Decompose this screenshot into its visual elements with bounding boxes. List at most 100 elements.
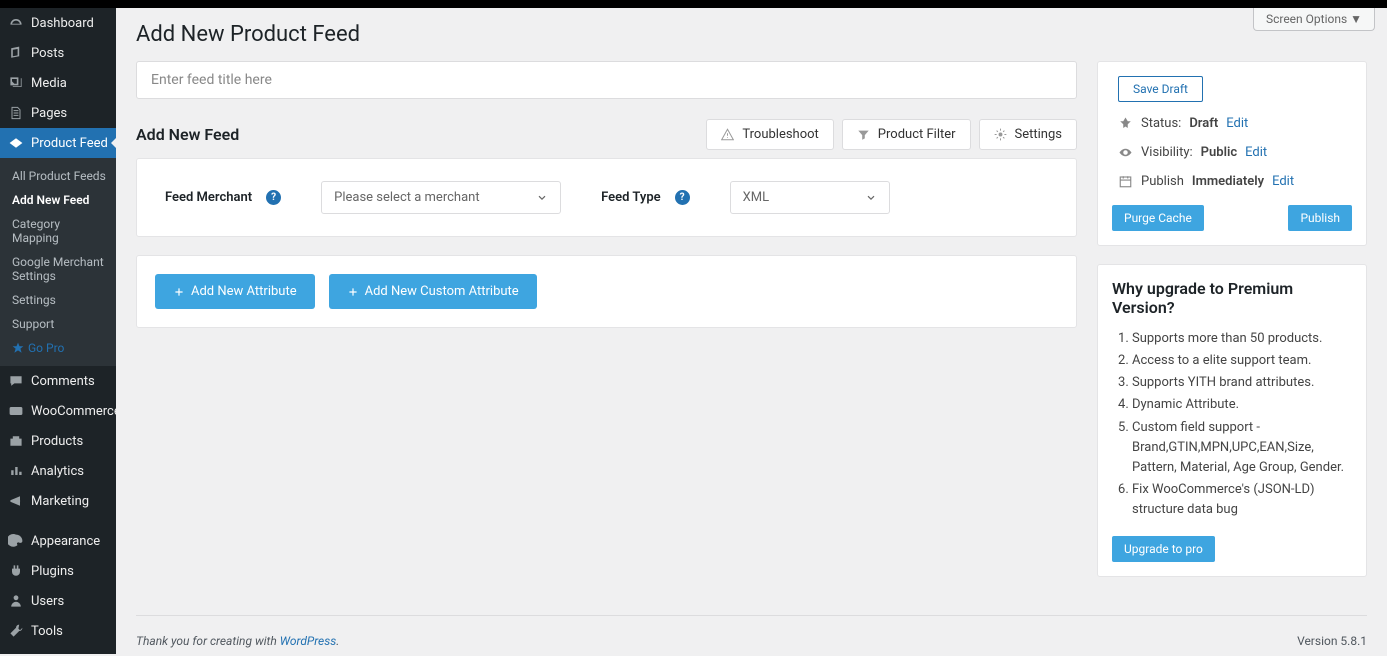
sidebar-item-plugins[interactable]: Plugins	[0, 556, 116, 586]
menu-label: Product Feed	[31, 136, 108, 151]
btn-label: Add New Custom Attribute	[365, 284, 519, 299]
sub-item-category-mapping[interactable]: Category Mapping	[0, 212, 116, 250]
menu-label: Posts	[31, 46, 64, 61]
add-attribute-button[interactable]: Add New Attribute	[155, 274, 315, 309]
sidebar-item-dashboard[interactable]: Dashboard	[0, 8, 116, 38]
btn-label: Add New Attribute	[191, 284, 297, 299]
feed-type-select[interactable]: XML	[730, 181, 890, 214]
btn-label: Settings	[1015, 127, 1062, 142]
select-value: Please select a merchant	[334, 190, 479, 205]
attribute-panel: Add New Attribute Add New Custom Attribu…	[136, 255, 1077, 328]
visibility-label: Visibility:	[1141, 145, 1193, 160]
menu-label: Plugins	[31, 564, 74, 579]
sidebar-item-settings[interactable]: Settings	[0, 646, 116, 654]
product-feed-submenu: All Product Feeds Add New Feed Category …	[0, 158, 116, 366]
chevron-down-icon	[865, 192, 877, 204]
sub-item-settings[interactable]: Settings	[0, 288, 116, 312]
publish-value: Immediately	[1192, 174, 1264, 189]
sidebar-item-pages[interactable]: Pages	[0, 98, 116, 128]
sidebar-item-products[interactable]: Products	[0, 426, 116, 456]
sidebar-item-product-feed[interactable]: Product Feed	[0, 128, 116, 158]
product-filter-button[interactable]: Product Filter	[842, 119, 971, 150]
upgrade-title: Why upgrade to Premium Version?	[1112, 279, 1352, 317]
menu-label: Go Pro	[28, 341, 64, 355]
sidebar-item-posts[interactable]: Posts	[0, 38, 116, 68]
edit-schedule-link[interactable]: Edit	[1272, 174, 1294, 189]
sub-item-all-feeds[interactable]: All Product Feeds	[0, 164, 116, 188]
sidebar-item-woocommerce[interactable]: WooCommerce	[0, 396, 116, 426]
upgrade-item: Supports YITH brand attributes.	[1132, 373, 1352, 393]
menu-label: Products	[31, 434, 83, 449]
sub-item-support[interactable]: Support	[0, 312, 116, 336]
feed-type-label: Feed Type	[601, 190, 661, 205]
edit-status-link[interactable]: Edit	[1226, 116, 1248, 131]
plus-icon	[347, 286, 359, 298]
upgrade-item: Custom field support - Brand,GTIN,MPN,UP…	[1132, 418, 1352, 478]
sub-item-google-merchant[interactable]: Google Merchant Settings	[0, 250, 116, 288]
upgrade-item: Access to a elite support team.	[1132, 351, 1352, 371]
publish-button[interactable]: Publish	[1288, 205, 1352, 231]
star-icon	[12, 342, 24, 354]
help-icon[interactable]: ?	[266, 190, 281, 205]
save-draft-button[interactable]: Save Draft	[1118, 76, 1203, 102]
footer-text: Thank you for creating with	[136, 634, 280, 648]
sidebar-item-media[interactable]: Media	[0, 68, 116, 98]
footer: Thank you for creating with WordPress. V…	[136, 615, 1367, 656]
wordpress-link[interactable]: WordPress	[280, 634, 337, 648]
menu-label: Users	[31, 594, 64, 609]
menu-label: Tools	[31, 624, 63, 639]
upgrade-item: Supports more than 50 products.	[1132, 329, 1352, 349]
calendar-icon	[1118, 174, 1133, 189]
add-custom-attribute-button[interactable]: Add New Custom Attribute	[329, 274, 537, 309]
sidebar-item-appearance[interactable]: Appearance	[0, 526, 116, 556]
upgrade-item: Fix WooCommerce's (JSON-LD) structure da…	[1132, 480, 1352, 520]
purge-cache-button[interactable]: Purge Cache	[1112, 205, 1204, 231]
sidebar-item-users[interactable]: Users	[0, 586, 116, 616]
feed-config-panel: Feed Merchant ? Please select a merchant…	[136, 158, 1077, 237]
admin-bar	[0, 0, 1387, 8]
troubleshoot-button[interactable]: Troubleshoot	[706, 119, 833, 150]
menu-label: WooCommerce	[31, 404, 116, 419]
page-title: Add New Product Feed	[136, 8, 1367, 61]
screen-options-toggle[interactable]: Screen Options ▼	[1253, 8, 1375, 31]
admin-sidebar: Dashboard Posts Media Pages Product Feed…	[0, 8, 116, 654]
btn-label: Troubleshoot	[742, 127, 818, 142]
menu-label: Comments	[31, 374, 95, 389]
plus-icon	[173, 286, 185, 298]
sidebar-item-tools[interactable]: Tools	[0, 616, 116, 646]
publish-label: Publish	[1141, 174, 1184, 189]
chevron-down-icon	[536, 192, 548, 204]
version-label: Version 5.8.1	[1297, 634, 1367, 648]
btn-label: Product Filter	[878, 127, 956, 142]
menu-label: Analytics	[31, 464, 84, 479]
feed-merchant-label: Feed Merchant	[165, 190, 252, 205]
upgrade-to-pro-button[interactable]: Upgrade to pro	[1112, 536, 1215, 562]
visibility-value: Public	[1201, 145, 1237, 160]
status-value: Draft	[1189, 116, 1218, 131]
upgrade-item: Dynamic Attribute.	[1132, 395, 1352, 415]
upgrade-box: Why upgrade to Premium Version? Supports…	[1097, 264, 1367, 577]
menu-label: Appearance	[31, 534, 100, 549]
feed-title-input[interactable]	[136, 61, 1077, 99]
menu-label: Pages	[31, 106, 67, 121]
status-label: Status:	[1141, 116, 1181, 131]
feed-settings-button[interactable]: Settings	[979, 119, 1077, 150]
edit-visibility-link[interactable]: Edit	[1245, 145, 1267, 160]
menu-label: Marketing	[31, 494, 89, 509]
feed-merchant-select[interactable]: Please select a merchant	[321, 181, 561, 214]
sidebar-item-analytics[interactable]: Analytics	[0, 456, 116, 486]
menu-label: Dashboard	[31, 16, 94, 31]
sub-item-add-new[interactable]: Add New Feed	[0, 188, 116, 212]
select-value: XML	[743, 190, 770, 205]
warning-icon	[721, 128, 734, 141]
section-title: Add New Feed	[136, 125, 239, 144]
filter-icon	[857, 128, 870, 141]
menu-label: Media	[31, 76, 67, 91]
gear-icon	[994, 128, 1007, 141]
eye-icon	[1118, 145, 1133, 160]
publish-box: Save Draft Status: Draft Edit Visibility…	[1097, 61, 1367, 246]
help-icon[interactable]: ?	[675, 190, 690, 205]
sidebar-item-comments[interactable]: Comments	[0, 366, 116, 396]
sub-item-go-pro[interactable]: Go Pro	[0, 336, 116, 360]
sidebar-item-marketing[interactable]: Marketing	[0, 486, 116, 516]
